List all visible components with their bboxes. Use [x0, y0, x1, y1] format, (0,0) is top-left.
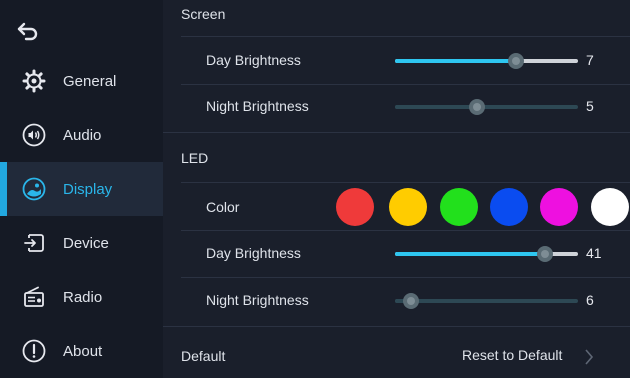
led-night-brightness-value: 6	[586, 292, 594, 308]
screen-day-brightness-slider[interactable]	[395, 52, 578, 70]
color-swatch[interactable]	[591, 188, 629, 226]
back-button[interactable]	[16, 14, 56, 50]
settings-panel: Screen Day Brightness 7 Night Brightness…	[163, 0, 630, 378]
sidebar-item-label: Display	[63, 180, 113, 198]
gear-icon	[22, 69, 46, 93]
led-day-brightness-value: 41	[586, 245, 602, 261]
led-night-brightness-slider[interactable]	[395, 292, 578, 310]
slider-track	[395, 299, 578, 303]
divider	[181, 84, 630, 85]
divider	[181, 277, 630, 278]
screen-section-title: Screen	[181, 6, 226, 22]
color-swatch[interactable]	[490, 188, 528, 226]
led-day-brightness-slider[interactable]	[395, 245, 578, 263]
display-icon	[22, 177, 46, 201]
divider	[163, 132, 630, 133]
sidebar-item-label: Radio	[63, 288, 103, 306]
color-swatch[interactable]	[440, 188, 478, 226]
screen-night-brightness-value: 5	[586, 98, 594, 114]
info-icon	[22, 339, 46, 363]
speaker-icon	[22, 123, 46, 147]
divider	[181, 36, 630, 37]
sidebar-item-label: General	[63, 72, 117, 90]
sidebar-item-label: Audio	[63, 126, 102, 144]
slider-thumb[interactable]	[507, 53, 524, 69]
sidebar-item-radio[interactable]: Radio	[0, 270, 163, 324]
led-section-title: LED	[181, 150, 209, 166]
led-color-label: Color	[206, 199, 240, 215]
screen-night-brightness-slider[interactable]	[395, 98, 578, 116]
led-night-brightness-label: Night Brightness	[206, 292, 309, 308]
color-swatch[interactable]	[389, 188, 427, 226]
chevron-right-icon[interactable]	[584, 349, 594, 365]
slider-fill	[395, 59, 516, 63]
slider-thumb[interactable]	[537, 246, 554, 262]
slider-fill	[395, 105, 478, 109]
sidebar-item-label: About	[63, 342, 103, 360]
back-arrow-icon	[17, 22, 38, 41]
device-icon	[24, 234, 44, 252]
screen-day-brightness-label: Day Brightness	[206, 52, 301, 68]
sidebar-item-display[interactable]: Display	[0, 162, 163, 216]
divider	[181, 182, 630, 183]
sidebar-item-device[interactable]: Device	[0, 216, 163, 270]
default-label: Default	[181, 348, 226, 364]
slider-thumb[interactable]	[403, 293, 420, 309]
color-swatch[interactable]	[540, 188, 578, 226]
color-swatch[interactable]	[336, 188, 374, 226]
slider-thumb[interactable]	[469, 99, 486, 115]
sidebar-item-audio[interactable]: Audio	[0, 108, 163, 162]
sidebar-item-label: Device	[63, 234, 109, 252]
reset-to-default-button[interactable]: Reset to Default	[462, 347, 562, 363]
screen-night-brightness-label: Night Brightness	[206, 98, 309, 114]
radio-icon	[24, 286, 44, 307]
led-day-brightness-label: Day Brightness	[206, 245, 301, 261]
divider	[163, 326, 630, 327]
divider	[181, 230, 630, 231]
screen-day-brightness-value: 7	[586, 52, 594, 68]
sidebar-item-general[interactable]: General	[0, 54, 163, 108]
sidebar-item-about[interactable]: About	[0, 324, 163, 378]
sidebar: General Audio Display Device Radio About	[0, 0, 163, 378]
slider-fill	[395, 252, 546, 256]
